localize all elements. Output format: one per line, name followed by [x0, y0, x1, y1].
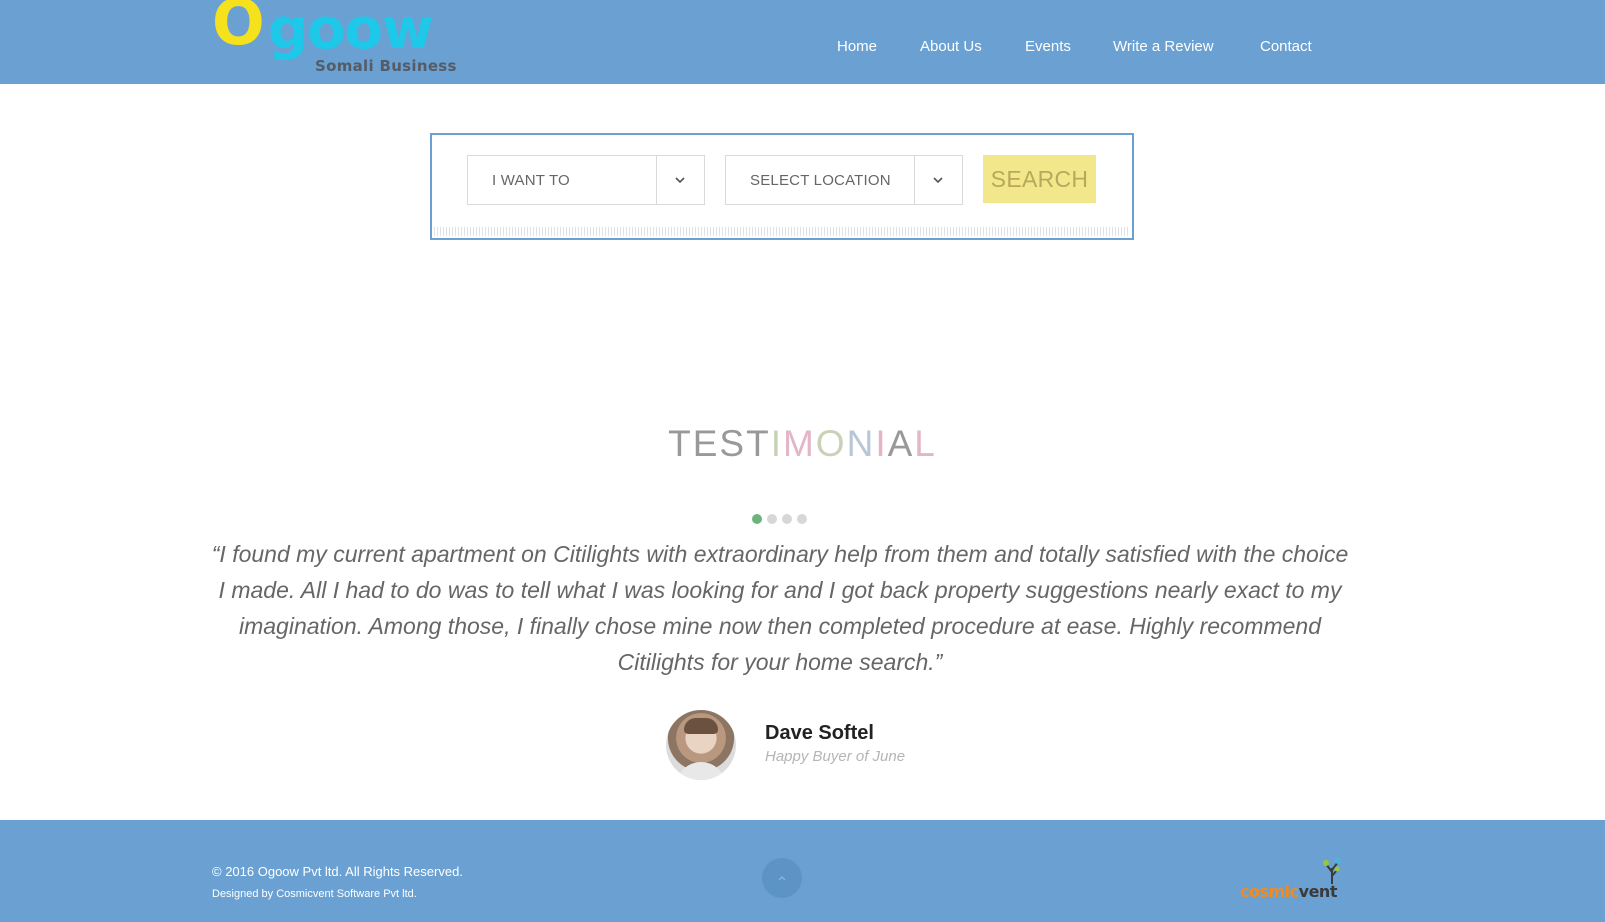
chevron-up-icon	[778, 876, 786, 881]
nav-item-write-a-review[interactable]: Write a Review	[1113, 38, 1214, 55]
designed-by-text: Designed by Cosmicvent Software Pvt ltd.	[212, 888, 417, 900]
carousel-dot-3[interactable]	[782, 514, 792, 524]
select-divider	[914, 156, 915, 204]
partner-logo[interactable]: cosmicvent	[1240, 856, 1355, 906]
category-select-value: I WANT TO	[492, 172, 570, 189]
location-select-value: SELECT LOCATION	[750, 172, 891, 189]
carousel-dot-1[interactable]	[752, 514, 762, 524]
back-to-top-button[interactable]	[762, 858, 802, 898]
nav-item-home[interactable]: Home	[837, 38, 877, 55]
search-button-label: SEARCH	[990, 166, 1089, 192]
carousel-dots	[752, 514, 812, 526]
partner-logo-text: cosmicvent	[1240, 882, 1337, 901]
search-panel: I WANT TO SELECT LOCATION SEARCH	[430, 133, 1134, 240]
site-footer: © 2016 Ogoow Pvt ltd. All Rights Reserve…	[0, 820, 1605, 922]
chevron-down-icon	[933, 177, 943, 184]
testimonial-author-name: Dave Softel	[765, 722, 874, 744]
search-panel-stripe	[434, 227, 1130, 236]
select-divider	[656, 156, 657, 204]
chevron-down-icon	[675, 177, 685, 184]
nav-item-contact[interactable]: Contact	[1260, 38, 1312, 55]
testimonial-author-role: Happy Buyer of June	[765, 748, 906, 765]
testimonial-quote: “I found my current apartment on Citilig…	[211, 541, 1349, 675]
category-select[interactable]: I WANT TO	[467, 155, 705, 205]
copyright-text: © 2016 Ogoow Pvt ltd. All Rights Reserve…	[212, 864, 463, 879]
carousel-dot-2[interactable]	[767, 514, 777, 524]
location-select[interactable]: SELECT LOCATION	[725, 155, 963, 205]
avatar	[666, 710, 736, 780]
testimonial-title: TESTIMONIAL	[668, 423, 937, 464]
search-button[interactable]: SEARCH	[983, 155, 1096, 203]
nav-item-about-us[interactable]: About Us	[920, 38, 982, 55]
main-nav: Home About Us Events Write a Review Cont…	[0, 38, 1605, 60]
carousel-dot-4[interactable]	[797, 514, 807, 524]
site-header: O goow Somali Business Home About Us Eve…	[0, 0, 1605, 84]
nav-item-events[interactable]: Events	[1025, 38, 1071, 55]
